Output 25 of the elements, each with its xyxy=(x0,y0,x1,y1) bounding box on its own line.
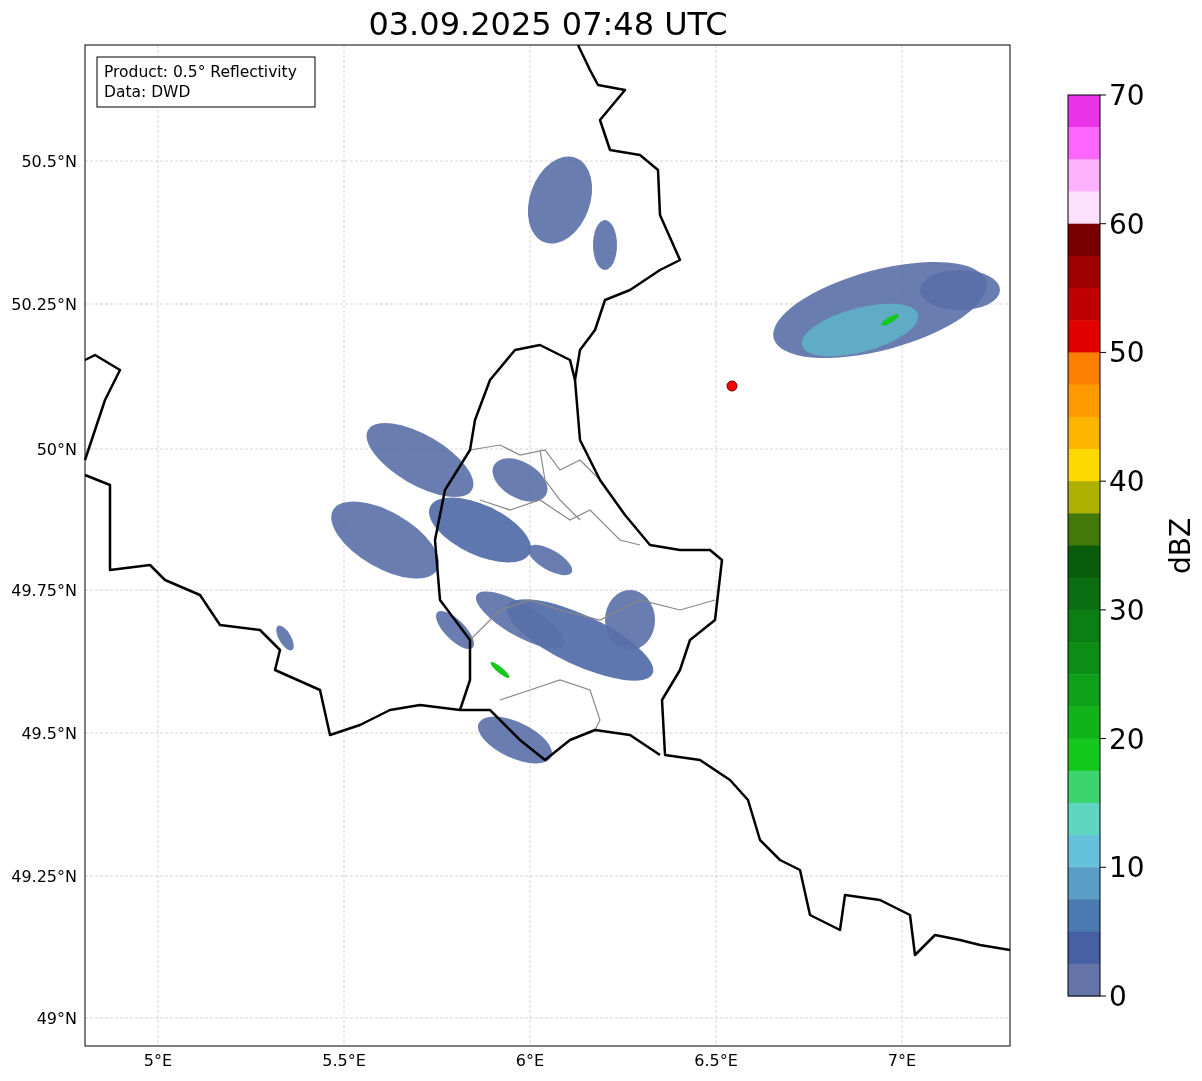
latitude-label: 50°N xyxy=(36,440,77,459)
colorbar-tick-label: 10 xyxy=(1109,851,1145,885)
colorbar-tick-label: 0 xyxy=(1109,980,1127,1013)
latitude-label: 49.75°N xyxy=(11,581,77,600)
colorbar-tick-label: 60 xyxy=(1109,207,1145,241)
annotation-text: Data: DWD xyxy=(104,83,191,101)
longitude-label: 5°E xyxy=(143,1051,173,1070)
colorbar-tick-label: 30 xyxy=(1109,593,1145,627)
longitude-label: 6°E xyxy=(515,1051,545,1070)
latitude-label: 50.5°N xyxy=(21,152,77,171)
chart-title: 03.09.2025 07:48 UTC xyxy=(368,8,728,40)
latitude-label: 49°N xyxy=(36,1009,77,1028)
colorbar-tick-label: 40 xyxy=(1109,465,1145,499)
longitude-label: 5.5°E xyxy=(322,1051,366,1070)
latitude-label: 50.25°N xyxy=(11,295,77,314)
longitude-label: 6.5°E xyxy=(694,1051,738,1070)
colorbar-tick-label: 70 xyxy=(1109,79,1145,112)
colorbar-label: dBZ xyxy=(1164,517,1197,575)
annotation-text: Product: 0.5° Reflectivity xyxy=(104,63,297,81)
latitude-label: 49.25°N xyxy=(11,867,77,886)
latitude-label: 49.5°N xyxy=(21,724,77,743)
colorbar-tick-label: 50 xyxy=(1109,336,1145,370)
radar-site-marker xyxy=(726,380,738,392)
colorbar-tick-label: 20 xyxy=(1109,722,1145,756)
longitude-label: 7°E xyxy=(887,1051,917,1070)
